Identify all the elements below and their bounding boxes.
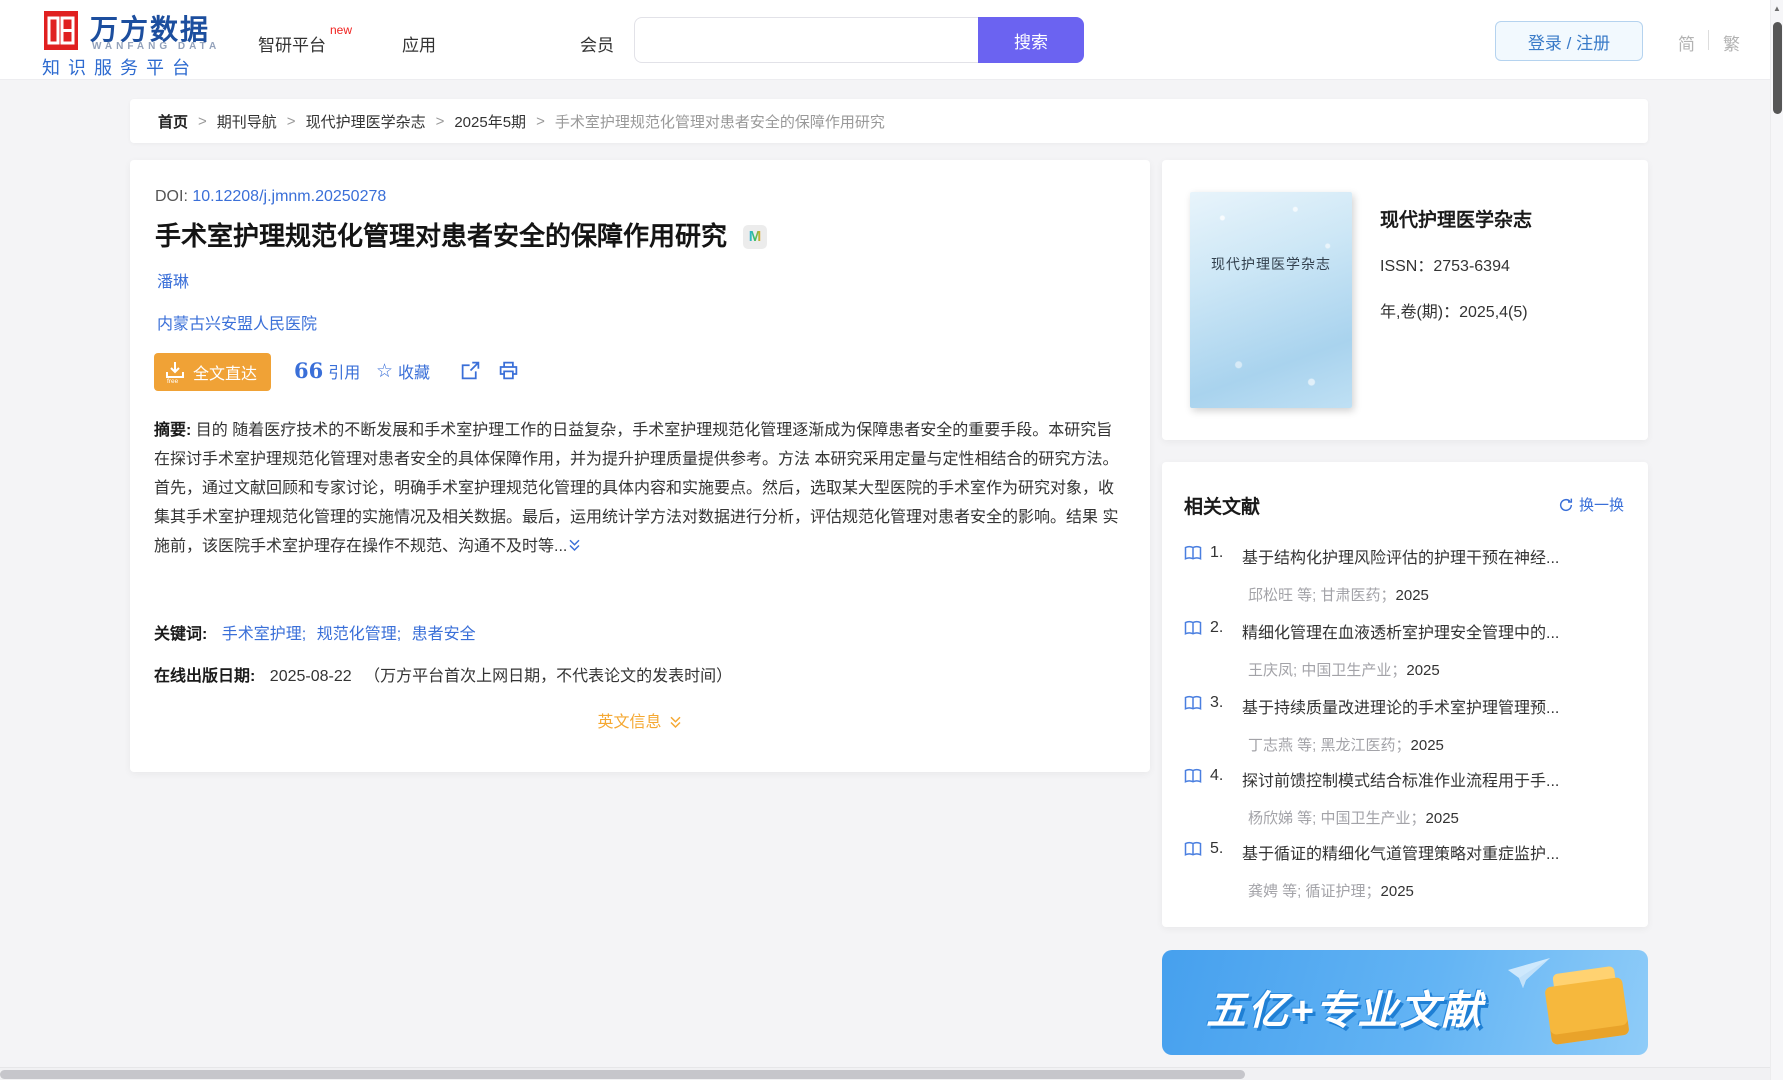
online-date-row: 在线出版日期: 2025-08-22 （万方平台首次上网日期，不代表论文的发表时…: [154, 662, 732, 686]
related-item-title[interactable]: 1. 基于结构化护理风险评估的护理干预在神经...: [1184, 544, 1624, 568]
print-button[interactable]: [498, 360, 519, 386]
breadcrumb-separator: >: [435, 112, 445, 130]
breadcrumb-current: 手术室护理规范化管理对患者安全的保障作用研究: [554, 113, 885, 131]
quote-icon: 66: [294, 358, 324, 383]
english-info-toggle[interactable]: 英文信息: [130, 708, 1150, 732]
breadcrumb: 首页 > 期刊导航 > 现代护理医学杂志 > 2025年5期 > 手术室护理规范…: [130, 99, 1648, 143]
breadcrumb-issue[interactable]: 2025年5期: [454, 111, 526, 132]
journal-name-link[interactable]: 现代护理医学杂志: [1380, 205, 1532, 232]
lang-traditional[interactable]: 繁: [1723, 30, 1740, 55]
online-date-value: 2025-08-22: [269, 668, 352, 685]
book-icon: [1184, 695, 1202, 710]
related-item-meta: 邱松旺 等; 甘肃医药；2025: [1248, 587, 1429, 604]
nav-zhiyan-platform[interactable]: 智研平台 new: [258, 23, 352, 56]
breadcrumb-journal-nav[interactable]: 期刊导航: [217, 111, 277, 132]
breadcrumb-journal[interactable]: 现代护理医学杂志: [306, 111, 426, 132]
related-item-meta: 王庆凤; 中国卫生产业；2025: [1248, 662, 1440, 679]
journal-cover-title: 现代护理医学杂志: [1211, 256, 1331, 272]
vertical-scrollbar[interactable]: ▲: [1770, 0, 1783, 1080]
journal-card: 现代护理医学杂志 现代护理医学杂志 ISSN：2753-6394 年,卷(期)：…: [1162, 160, 1648, 440]
printer-icon: [499, 361, 518, 380]
wanfang-logo-icon[interactable]: [44, 11, 78, 50]
related-item-meta: 杨欣娣 等; 中国卫生产业；2025: [1248, 810, 1459, 827]
related-item-meta: 龚娉 等; 循证护理；2025: [1248, 883, 1414, 900]
cover-pattern: [1190, 192, 1352, 408]
book-icon: [1184, 768, 1202, 783]
author-link[interactable]: 潘琳: [157, 268, 189, 292]
article-title: 手术室护理规范化管理对患者安全的保障作用研究 M: [155, 216, 768, 253]
nav-apps[interactable]: 应用: [402, 31, 436, 56]
doi-label: DOI:: [155, 188, 188, 205]
journal-issn: ISSN：2753-6394: [1380, 258, 1510, 275]
action-bar: free 全文直达 66 引用 ☆ 收藏: [154, 353, 1114, 391]
vertical-scrollbar-thumb[interactable]: [1773, 22, 1782, 114]
related-item-title[interactable]: 5. 基于循证的精细化气道管理策略对重症监护...: [1184, 840, 1624, 864]
login-register-button[interactable]: 登录 / 注册: [1495, 21, 1643, 61]
refresh-icon: [1559, 498, 1573, 511]
promo-banner[interactable]: 五亿+专业文献: [1162, 950, 1648, 1055]
keywords-label: 关键词:: [154, 626, 208, 643]
abstract: 摘要: 目的 随着医疗技术的不断发展和手术室护理工作的日益复杂，手术室护理规范化…: [154, 416, 1126, 561]
lang-simplified[interactable]: 简: [1678, 30, 1695, 55]
fulltext-button[interactable]: free 全文直达: [154, 353, 272, 391]
keyword-link[interactable]: 手术室护理;: [222, 626, 306, 643]
related-item-title[interactable]: 4. 探讨前馈控制模式结合标准作业流程用于手...: [1184, 767, 1624, 791]
breadcrumb-separator: >: [286, 112, 296, 130]
scroll-up-arrow[interactable]: ▲: [1773, 4, 1781, 13]
related-literature-card: 相关文献 换一换 1. 基于结构化护理风险评估的护理干预在神经... 邱松旺 等…: [1162, 462, 1648, 927]
affiliation-link[interactable]: 内蒙古兴安盟人民医院: [157, 310, 317, 334]
doi-row: DOI: 10.12208/j.jmnm.20250278: [155, 188, 386, 206]
abstract-label: 摘要:: [154, 422, 192, 439]
horizontal-scrollbar[interactable]: [0, 1067, 1783, 1080]
abstract-text: 目的 随着医疗技术的不断发展和手术室护理工作的日益复杂，手术室护理规范化管理逐渐…: [154, 422, 1119, 555]
star-icon: ☆: [376, 360, 394, 382]
journal-cover[interactable]: 现代护理医学杂志: [1190, 192, 1352, 408]
doi-link[interactable]: 10.12208/j.jmnm.20250278: [192, 188, 386, 205]
breadcrumb-separator: >: [536, 112, 545, 130]
header: 万方数据 WANFANG DATA 知识服务平台 智研平台 new 应用 会员 …: [0, 0, 1783, 80]
related-item-title[interactable]: 3. 基于持续质量改进理论的手术室护理管理预...: [1184, 694, 1624, 718]
new-badge: new: [330, 23, 353, 37]
books-illustration: [1536, 964, 1630, 1046]
chevron-double-down-icon: [669, 716, 681, 729]
keyword-link[interactable]: 规范化管理;: [317, 626, 401, 643]
search-button[interactable]: 搜索: [978, 17, 1084, 63]
favorite-button[interactable]: ☆ 收藏: [376, 359, 430, 383]
breadcrumb-home[interactable]: 首页: [158, 111, 188, 132]
keywords-row: 关键词: 手术室护理; 规范化管理; 患者安全: [154, 620, 482, 644]
logo-tagline: 知识服务平台: [42, 58, 198, 78]
svg-text:free: free: [167, 378, 179, 384]
horizontal-scrollbar-thumb[interactable]: [0, 1070, 1245, 1079]
related-item-meta: 丁志燕 等; 黑龙江医药；2025: [1248, 737, 1444, 754]
m-badge-icon[interactable]: M: [743, 225, 768, 249]
keyword-link[interactable]: 患者安全: [412, 626, 476, 643]
expand-abstract-icon[interactable]: [567, 538, 582, 553]
free-download-icon: free: [166, 362, 184, 384]
page: 万方数据 WANFANG DATA 知识服务平台 智研平台 new 应用 会员 …: [0, 0, 1783, 1080]
banner-text: 五亿+专业文献: [1206, 989, 1484, 1033]
nav-member[interactable]: 会员: [580, 31, 614, 56]
share-icon: [461, 361, 480, 380]
cite-button[interactable]: 66 引用: [294, 359, 360, 383]
logo-subtitle: WANFANG DATA: [92, 41, 221, 52]
online-date-note: （万方平台首次上网日期，不代表论文的发表时间）: [364, 668, 733, 685]
related-title: 相关文献: [1184, 497, 1261, 518]
related-item-title[interactable]: 2. 精细化管理在血液透析室护理安全管理中的...: [1184, 619, 1624, 643]
online-date-label: 在线出版日期:: [154, 668, 256, 685]
breadcrumb-separator: >: [198, 112, 207, 130]
share-button[interactable]: [460, 360, 481, 386]
book-icon: [1184, 841, 1202, 856]
book-icon: [1184, 545, 1202, 560]
refresh-related-button[interactable]: 换一换: [1558, 494, 1624, 515]
journal-volume: 年,卷(期)：2025,4(5): [1380, 304, 1528, 321]
article-card: DOI: 10.12208/j.jmnm.20250278 手术室护理规范化管理…: [130, 160, 1150, 772]
lang-divider: [1708, 30, 1709, 50]
book-icon: [1184, 620, 1202, 635]
search-input[interactable]: [634, 17, 978, 63]
